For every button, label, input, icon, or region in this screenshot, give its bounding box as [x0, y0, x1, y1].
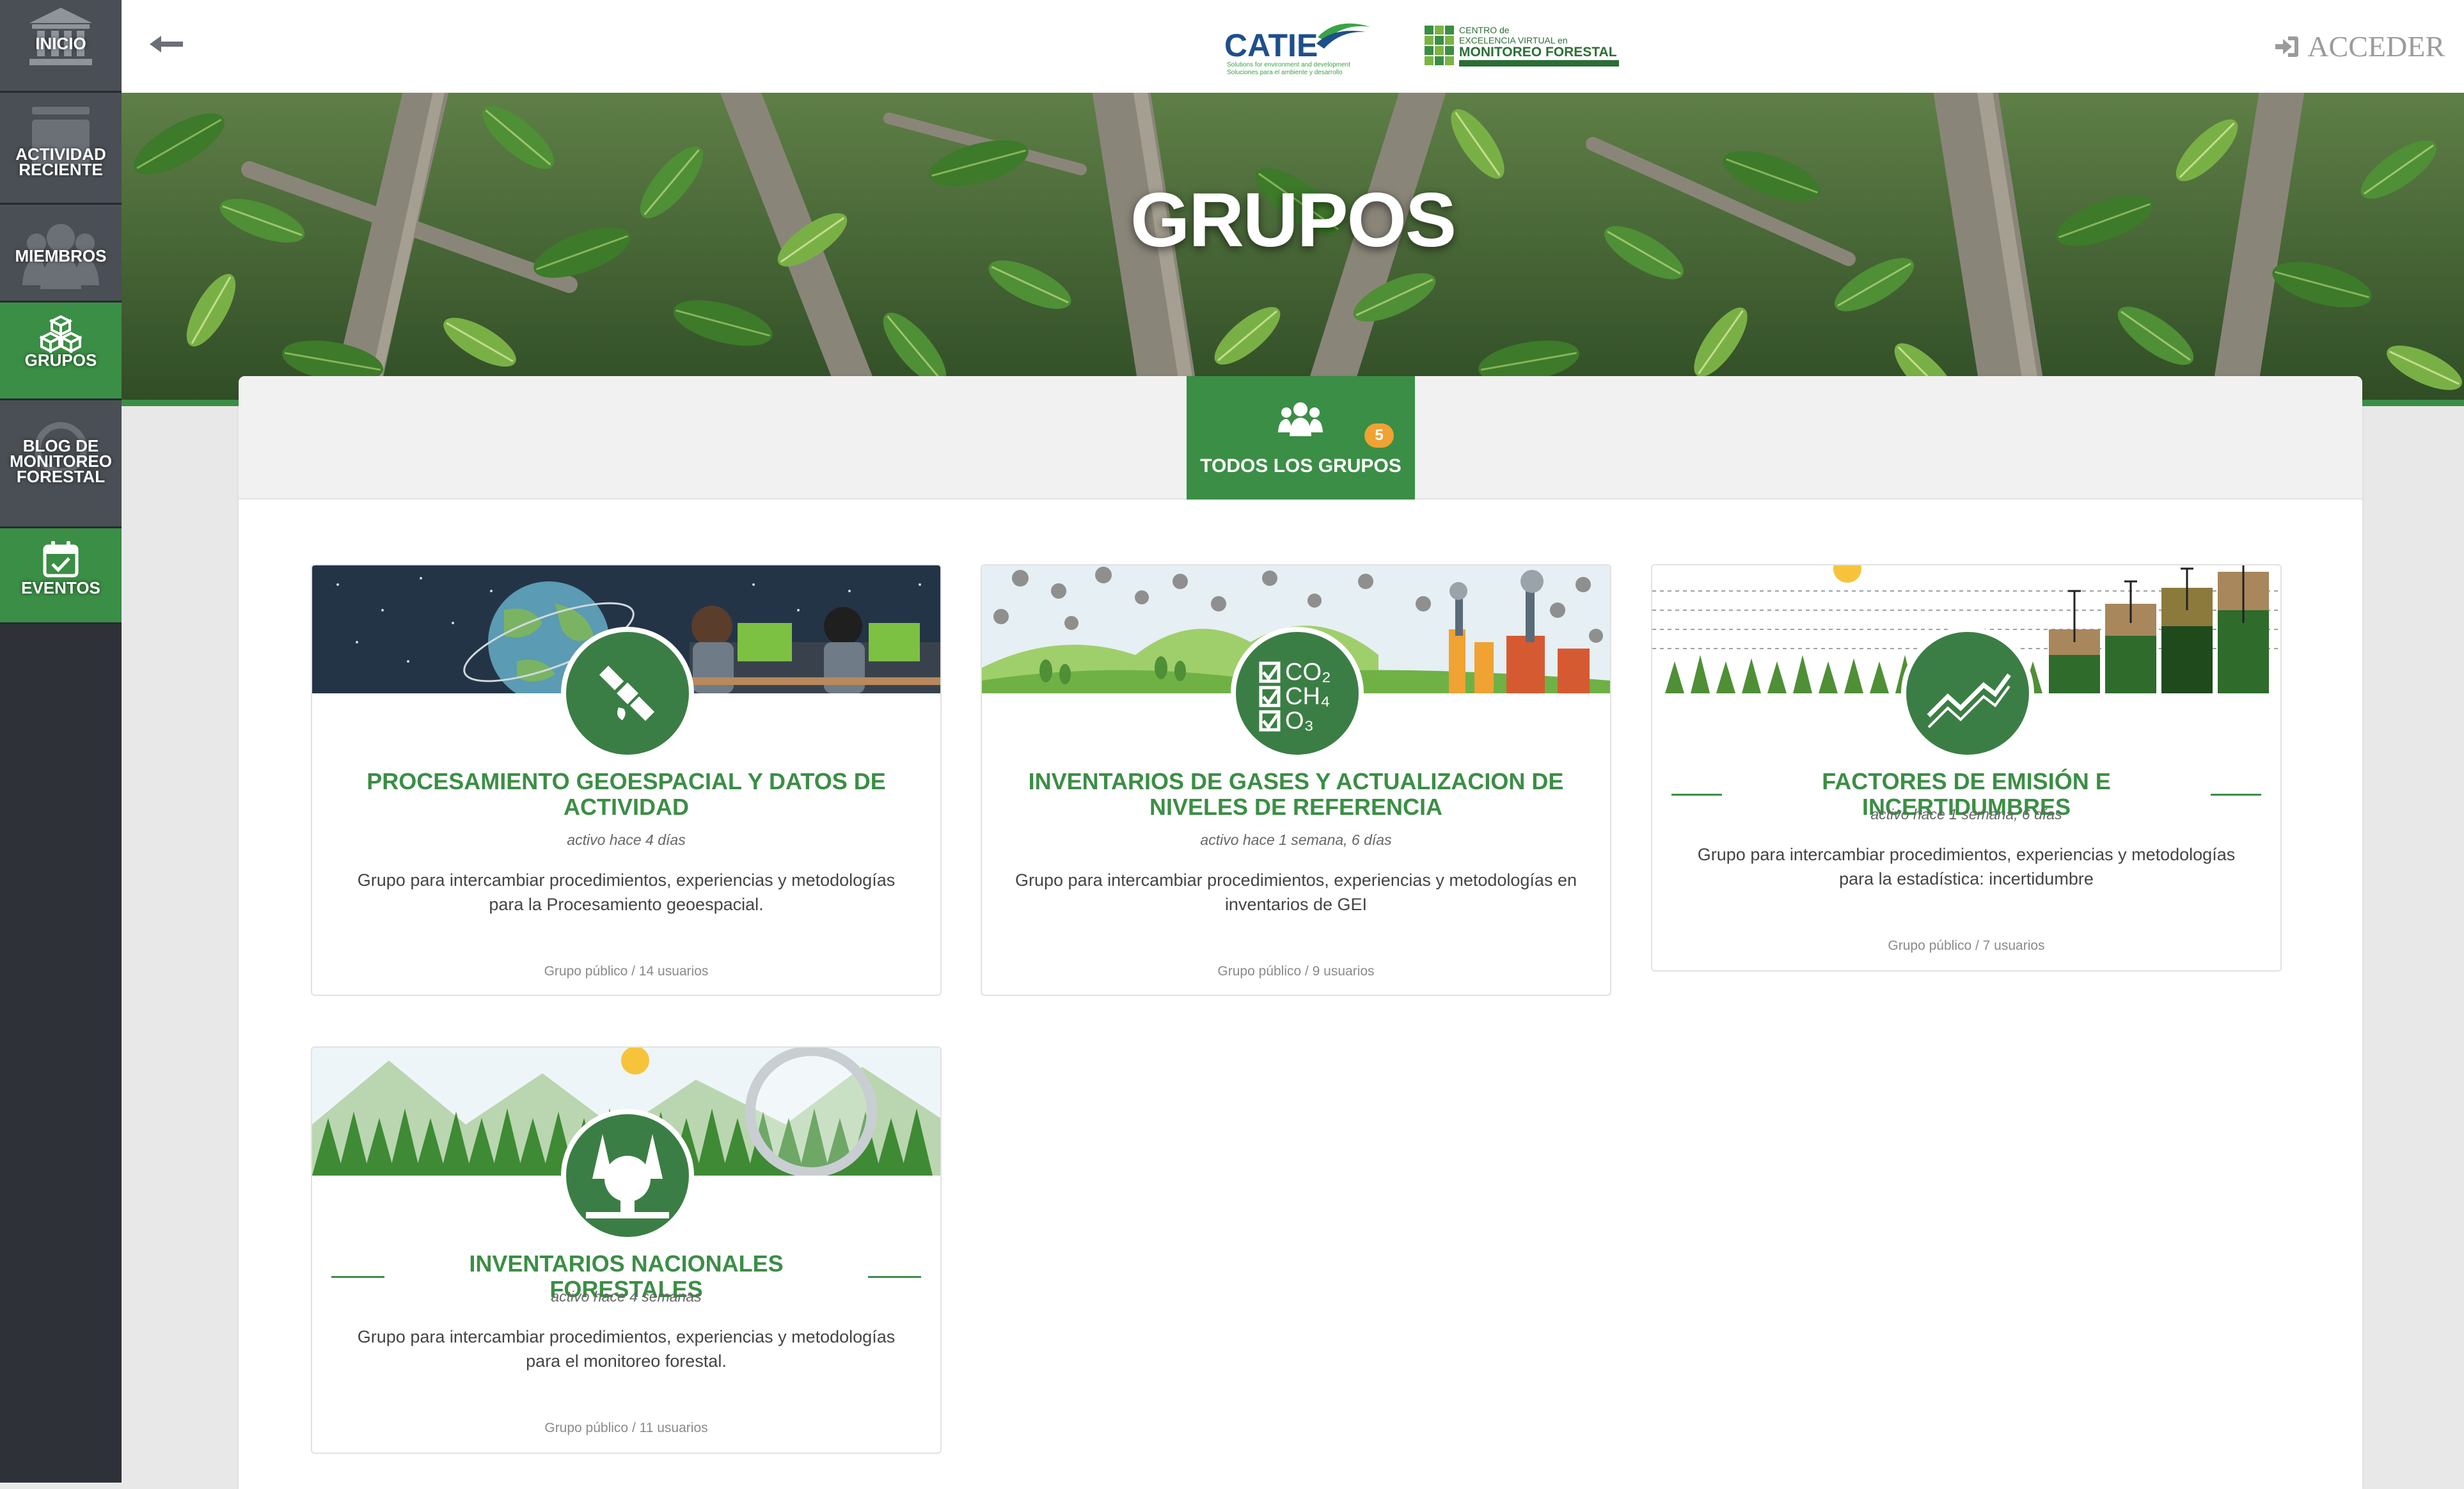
group-activity: activo hace 1 semana, 6 días [1870, 806, 2062, 823]
catie-logo-text: CATIE [1224, 28, 1318, 63]
sidebar-item-actividad-reciente[interactable]: ACTIVIDAD RECIENTE [0, 93, 122, 205]
sidebar-item-label: GRUPOS [24, 351, 97, 370]
sidebar-item-label: BLOG DE MONITOREO FORESTAL [10, 436, 112, 486]
catie-tagline-1: Solutions for environment and developmen… [1227, 61, 1350, 68]
gas-label: CO₂ [1285, 659, 1331, 686]
group-card-inventarios-gases[interactable]: CO₂ CH₄ O₃ INVENTARIOS DE GASES Y ACTUAL… [981, 564, 1611, 996]
sidebar-item-eventos[interactable]: EVENTOS [0, 528, 122, 624]
sidebar-item-label: ACTIVIDAD RECIENTE [15, 145, 106, 179]
calendar-check-icon [0, 540, 122, 578]
tab-todos-los-grupos[interactable]: 5 TODOS LOS GRUPOS [1187, 376, 1415, 500]
sidebar-item-blog[interactable]: BLOG DE MONITOREO FORESTAL [0, 400, 122, 528]
catie-logo[interactable]: CATIE Solutions for environment and deve… [1222, 18, 1375, 79]
tab-label: TODOS LOS GRUPOS [1200, 455, 1402, 477]
group-meta: Grupo público / 7 usuarios [1888, 938, 2045, 953]
group-title[interactable]: INVENTARIOS DE GASES Y ACTUALIZACION DE … [1001, 769, 1591, 820]
group-count-badge: 5 [1364, 423, 1394, 448]
login-link[interactable]: ACCEDER [2274, 29, 2445, 63]
group-description: Grupo para intercambiar procedimientos, … [357, 871, 896, 914]
group-card-inventarios-forestales[interactable]: INVENTARIOS NACIONALES FORESTALES activo… [311, 1046, 942, 1454]
group-meta: Grupo público / 11 usuarios [544, 1421, 708, 1435]
gas-label: CH₄ [1285, 683, 1330, 710]
group-description: Grupo para intercambiar procedimientos, … [1697, 845, 2236, 888]
sidebar: INICIO ACTIVIDAD RECIENTE MIEMBROS GRUPO… [0, 0, 122, 1483]
gases-checklist-icon: CO₂ CH₄ O₃ [1231, 627, 1364, 760]
tabs-bar: 5 TODOS LOS GRUPOS [239, 376, 2362, 500]
hero-banner: GRUPOS [122, 93, 2464, 406]
group-meta: Grupo público / 9 usuarios [1217, 964, 1375, 979]
cevmf-line-2: EXCELENCIA VIRTUAL en [1459, 35, 1568, 45]
login-label: ACCEDER [2307, 30, 2445, 63]
cevmf-line-1: CENTRO de [1459, 25, 1510, 35]
group-activity: activo hace 4 días [567, 831, 686, 848]
gas-label: O₃ [1285, 707, 1314, 734]
top-bar: CATIE Solutions for environment and deve… [122, 0, 2464, 93]
group-card-procesamiento-geoespacial[interactable]: PROCESAMIENTO GEOESPACIAL Y DATOS DE ACT… [311, 564, 942, 996]
group-activity: activo hace 4 semanas [551, 1288, 702, 1305]
sidebar-item-label: EVENTOS [21, 578, 100, 597]
sidebar-item-miembros[interactable]: MIEMBROS [0, 205, 122, 303]
satellite-icon [561, 627, 694, 760]
group-description: Grupo para intercambiar procedimientos, … [1015, 871, 1577, 914]
groups-panel: 5 TODOS LOS GRUPOS PROCESAMIENTO GEOESPA… [239, 376, 2362, 1489]
forest-tree-icon [561, 1109, 694, 1242]
group-activity: activo hace 1 semana, 6 días [1200, 831, 1392, 848]
users-icon [1278, 400, 1323, 439]
sidebar-item-label: INICIO [35, 34, 86, 53]
sidebar-item-inicio[interactable]: INICIO [0, 0, 122, 93]
group-card-factores-emision[interactable]: FACTORES DE EMISIÓN E INCERTIDUMBRES act… [1651, 564, 2282, 972]
page-title: GRUPOS [1130, 177, 1457, 263]
group-title[interactable]: PROCESAMIENTO GEOESPACIAL Y DATOS DE ACT… [331, 769, 921, 820]
arrow-left-icon[interactable] [147, 28, 186, 60]
group-description: Grupo para intercambiar procedimientos, … [357, 1327, 896, 1371]
cevmf-logo[interactable]: CENTRO de EXCELENCIA VIRTUAL en MONITORE… [1423, 23, 1622, 74]
group-meta: Grupo público / 14 usuarios [544, 964, 709, 979]
cevmf-line-3: MONITOREO FORESTAL [1459, 45, 1617, 59]
catie-tagline-2: Soluciones para el ambiente y desarrollo [1227, 69, 1343, 76]
sidebar-item-grupos[interactable]: GRUPOS [0, 303, 122, 400]
cubes-icon [0, 315, 122, 354]
sign-in-icon [2275, 36, 2299, 57]
trend-chart-icon [1901, 627, 2034, 760]
sidebar-item-label: MIEMBROS [15, 246, 107, 265]
